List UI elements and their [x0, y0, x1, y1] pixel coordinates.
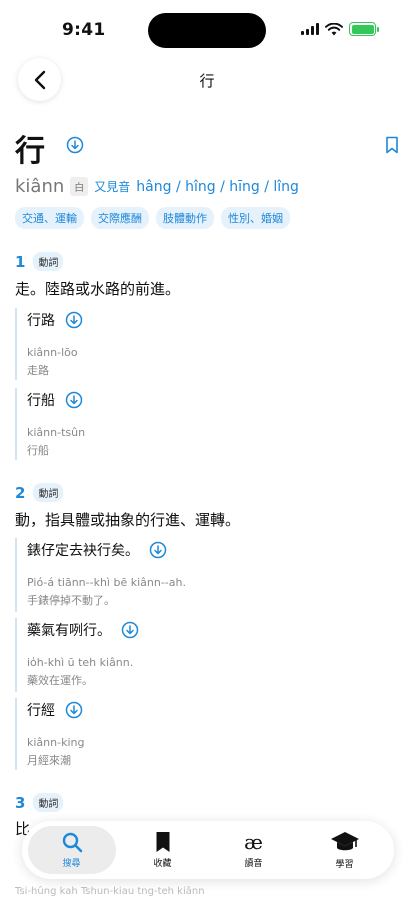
category-chip[interactable]: 性別、婚姻	[221, 207, 290, 229]
alt-readings[interactable]: hâng / hîng / hīng / lîng	[136, 179, 299, 195]
battery-charging-icon	[349, 22, 379, 36]
part-of-speech: 動詞	[33, 793, 64, 812]
sense-header: 3 動詞	[15, 793, 64, 812]
example-translation: 行船	[27, 444, 49, 457]
example-romanization: kiânn-tsûn	[27, 426, 86, 439]
play-audio-icon[interactable]	[66, 136, 84, 158]
pronunciation: kiânn	[15, 176, 65, 197]
graduation-cap-icon	[330, 832, 359, 851]
example: 行路 kiânn-lōo 走路	[15, 308, 399, 380]
category-chip[interactable]: 肢體動作	[156, 207, 214, 229]
pronunciation-row: kiânn 白 又見音 hâng / hîng / hīng / lîng	[15, 176, 299, 197]
example-text: 藥氣有咧行。	[27, 623, 111, 639]
example: 行經 kiânn-king 月經來潮	[15, 698, 399, 770]
example-text: 行路	[27, 313, 55, 329]
tab-label: 讀音	[244, 859, 263, 869]
example-translation: 藥效在運作。	[27, 674, 93, 687]
example-romanization: Pió-á tiānn--khì bē kiânn--ah.	[27, 576, 186, 589]
sense-definition: 走。陸路或水路的前進。	[15, 280, 181, 298]
bookmark-button[interactable]	[385, 136, 399, 158]
tab-bookmarks[interactable]: 收藏	[119, 826, 207, 874]
status-bar: 9:41	[0, 0, 414, 58]
search-icon	[62, 832, 82, 853]
dynamic-island	[148, 13, 266, 48]
category-chips: 交通、運輸 交際應酬 肢體動作 性別、婚姻	[15, 207, 290, 229]
wifi-icon	[325, 22, 343, 35]
example: 錶仔定去袂行矣。 Pió-á tiānn--khì bē kiânn--ah. …	[15, 538, 399, 612]
nav-title: 行	[199, 72, 215, 90]
sense-header: 2 動詞	[15, 483, 64, 502]
tab-bar: 搜尋 收藏 æ 讀音 學習	[22, 821, 394, 879]
bookmark-icon	[386, 136, 398, 154]
bookmark-icon	[156, 832, 169, 852]
tab-search[interactable]: 搜尋	[27, 826, 116, 874]
example-romanization: kiânn-lōo	[27, 346, 78, 359]
example-text: 行經	[27, 703, 55, 719]
reading-tag: 白	[70, 177, 89, 196]
play-audio-icon[interactable]	[65, 391, 83, 409]
sense-number: 1	[15, 252, 26, 271]
part-of-speech: 動詞	[33, 483, 64, 502]
sense-header: 1 動詞	[15, 252, 64, 271]
example-translation: 手錶停掉不動了。	[27, 594, 115, 607]
example-romanization: io̍h-khì ū teh kiânn.	[27, 656, 134, 669]
play-audio-icon[interactable]	[65, 701, 83, 719]
tab-label: 學習	[335, 860, 354, 870]
example-translation: 走路	[27, 364, 49, 377]
category-chip[interactable]: 交通、運輸	[15, 207, 84, 229]
example: 行船 kiânn-tsûn 行船	[15, 388, 399, 460]
headword: 行	[15, 134, 45, 169]
tab-label: 搜尋	[62, 859, 81, 869]
ae-icon: æ	[244, 830, 263, 854]
sense-number: 3	[15, 793, 26, 812]
tab-pronunciation[interactable]: æ 讀音	[210, 826, 298, 874]
sense-definition: 動，指具體或抽象的行進、運轉。	[15, 511, 241, 529]
sense-number: 2	[15, 483, 26, 502]
tab-learn[interactable]: 學習	[301, 826, 389, 874]
example-text: 錶仔定去袂行矣。	[27, 543, 139, 559]
example: 藥氣有咧行。 io̍h-khì ū teh kiânn. 藥效在運作。	[15, 618, 399, 692]
example-romanization: kiânn-king	[27, 736, 85, 749]
alt-readings-label: 又見音	[94, 180, 131, 194]
example-translation: 月經來潮	[27, 754, 71, 767]
status-time: 9:41	[62, 20, 106, 40]
category-chip[interactable]: 交際應酬	[91, 207, 149, 229]
play-audio-icon[interactable]	[149, 541, 167, 559]
play-audio-icon[interactable]	[65, 311, 83, 329]
part-of-speech: 動詞	[33, 252, 64, 271]
tab-label: 收藏	[153, 859, 172, 869]
play-audio-icon[interactable]	[121, 621, 139, 639]
cellular-signal-icon	[301, 23, 319, 35]
example-romanization: Tsi-hûng kah Tshun-kiau tng-teh kiânn	[15, 886, 205, 897]
example-text: 行船	[27, 393, 55, 409]
